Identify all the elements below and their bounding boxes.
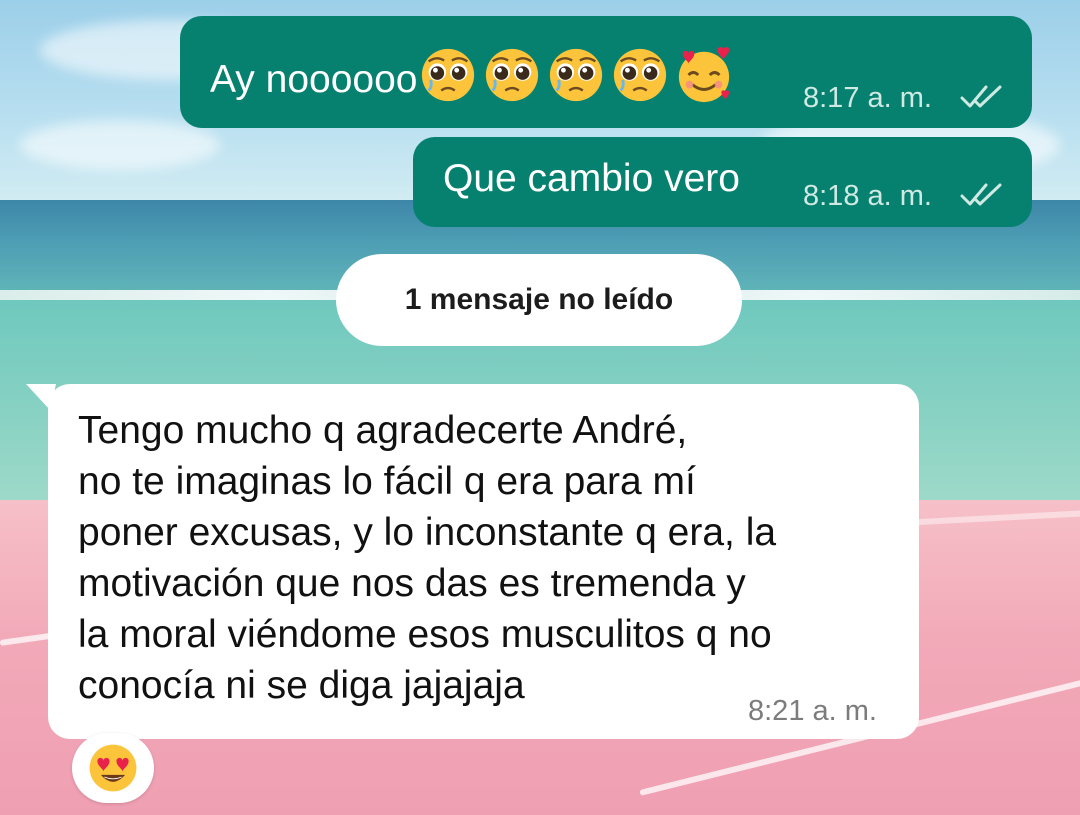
message-line: poner excusas, y lo inconstante q era, l…	[78, 511, 777, 554]
outgoing-message-bubble[interactable]: Ay noooooo 8:17 a. m.	[180, 16, 1032, 128]
heart-eyes-face-icon	[89, 744, 137, 792]
outgoing-message-bubble[interactable]: Que cambio vero 8:18 a. m.	[413, 137, 1032, 227]
message-reaction[interactable]	[72, 733, 154, 803]
message-line: la moral viéndome esos musculitos q no	[78, 613, 772, 656]
pleading-face-icon	[422, 48, 475, 102]
message-text: Que cambio vero	[443, 157, 740, 200]
message-line: Tengo mucho q agradecerte André,	[78, 409, 688, 452]
read-double-check-icon	[960, 183, 1002, 206]
message-text-content: Ay noooooo	[210, 58, 418, 101]
message-timestamp: 8:18 a. m.	[803, 180, 932, 212]
message-timestamp: 8:17 a. m.	[803, 82, 932, 114]
message-timestamp: 8:21 a. m.	[748, 695, 877, 727]
pleading-face-icon	[550, 48, 603, 102]
bubble-tail	[26, 384, 56, 410]
unread-messages-banner: 1 mensaje no leído	[336, 254, 742, 346]
wallpaper-cloud	[20, 120, 220, 170]
smiling-face-with-hearts-icon	[679, 46, 730, 103]
message-text: Ay noooooo	[210, 46, 733, 105]
message-line: motivación que nos das es tremenda y	[78, 562, 746, 605]
incoming-message-bubble[interactable]: Tengo mucho q agradecerte André, no te i…	[26, 384, 919, 739]
message-line: no te imaginas lo fácil q era para mí	[78, 460, 696, 503]
message-line: conocía ni se diga jajajaja	[78, 664, 525, 707]
pleading-face-icon	[614, 48, 667, 102]
read-double-check-icon	[960, 85, 1002, 108]
pleading-face-icon	[486, 48, 539, 102]
